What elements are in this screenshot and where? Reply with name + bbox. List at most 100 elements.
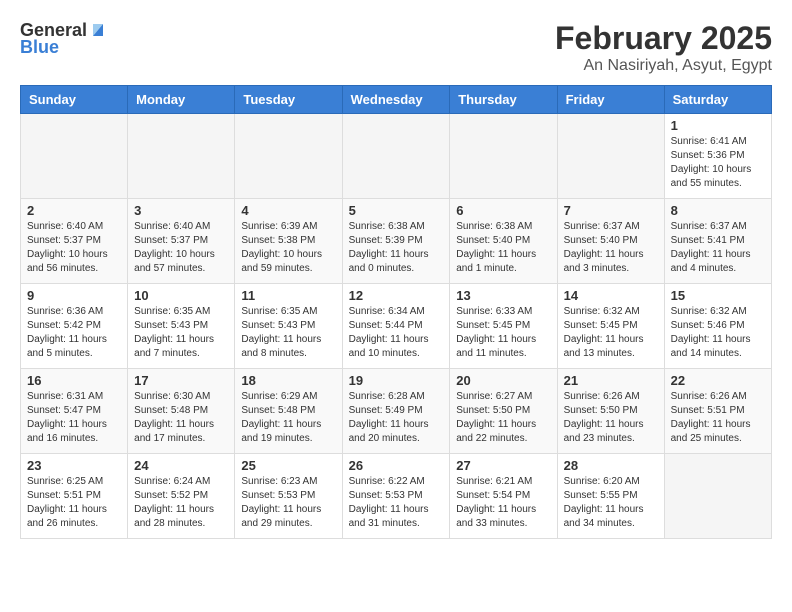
calendar: Sunday Monday Tuesday Wednesday Thursday… xyxy=(20,85,772,539)
cell-w4-d7: 22 Sunrise: 6:26 AMSunset: 5:51 PMDayligh… xyxy=(664,369,771,454)
week-row-4: 16 Sunrise: 6:31 AMSunset: 5:47 PMDayligh… xyxy=(21,369,772,454)
day-number: 4 xyxy=(241,203,335,218)
day-info: Sunrise: 6:33 AMSunset: 5:45 PMDaylight:… xyxy=(456,305,550,361)
day-number: 7 xyxy=(564,203,658,218)
cell-w3-d7: 15 Sunrise: 6:32 AMSunset: 5:46 PMDayligh… xyxy=(664,284,771,369)
cell-w3-d1: 9 Sunrise: 6:36 AMSunset: 5:42 PMDaylight… xyxy=(21,284,128,369)
header-tuesday: Tuesday xyxy=(235,86,342,114)
day-info: Sunrise: 6:25 AMSunset: 5:51 PMDaylight:… xyxy=(27,475,121,531)
day-info: Sunrise: 6:21 AMSunset: 5:54 PMDaylight:… xyxy=(456,475,550,531)
header-monday: Monday xyxy=(128,86,235,114)
day-info: Sunrise: 6:35 AMSunset: 5:43 PMDaylight:… xyxy=(241,305,335,361)
day-info: Sunrise: 6:27 AMSunset: 5:50 PMDaylight:… xyxy=(456,390,550,446)
day-info: Sunrise: 6:26 AMSunset: 5:51 PMDaylight:… xyxy=(671,390,765,446)
day-info: Sunrise: 6:40 AMSunset: 5:37 PMDaylight:… xyxy=(134,220,228,276)
day-info: Sunrise: 6:39 AMSunset: 5:38 PMDaylight:… xyxy=(241,220,335,276)
day-number: 11 xyxy=(241,288,335,303)
day-number: 10 xyxy=(134,288,228,303)
day-number: 21 xyxy=(564,373,658,388)
day-number: 19 xyxy=(349,373,444,388)
day-number: 13 xyxy=(456,288,550,303)
week-row-3: 9 Sunrise: 6:36 AMSunset: 5:42 PMDaylight… xyxy=(21,284,772,369)
day-info: Sunrise: 6:37 AMSunset: 5:41 PMDaylight:… xyxy=(671,220,765,276)
day-info: Sunrise: 6:32 AMSunset: 5:46 PMDaylight:… xyxy=(671,305,765,361)
cell-w3-d2: 10 Sunrise: 6:35 AMSunset: 5:43 PMDayligh… xyxy=(128,284,235,369)
cell-w2-d2: 3Sunrise: 6:40 AMSunset: 5:37 PMDaylight… xyxy=(128,199,235,284)
day-info: Sunrise: 6:40 AMSunset: 5:37 PMDaylight:… xyxy=(27,220,121,276)
cell-w1-d7: 1Sunrise: 6:41 AMSunset: 5:36 PMDaylight… xyxy=(664,114,771,199)
day-number: 1 xyxy=(671,118,765,133)
cell-w5-d2: 24Sunrise: 6:24 AMSunset: 5:52 PMDayligh… xyxy=(128,454,235,539)
cell-w4-d3: 18Sunrise: 6:29 AMSunset: 5:48 PMDayligh… xyxy=(235,369,342,454)
title-area: February 2025 An Nasiriyah, Asyut, Egypt xyxy=(555,20,772,75)
cell-w3-d5: 13 Sunrise: 6:33 AMSunset: 5:45 PMDayligh… xyxy=(450,284,557,369)
day-number: 22 xyxy=(671,373,765,388)
header-thursday: Thursday xyxy=(450,86,557,114)
header: General Blue February 2025 An Nasiriyah,… xyxy=(20,20,772,75)
day-info: Sunrise: 6:38 AMSunset: 5:40 PMDaylight:… xyxy=(456,220,550,276)
cell-w5-d4: 26Sunrise: 6:22 AMSunset: 5:53 PMDayligh… xyxy=(342,454,450,539)
logo-blue: Blue xyxy=(20,37,59,58)
cell-w4-d2: 17Sunrise: 6:30 AMSunset: 5:48 PMDayligh… xyxy=(128,369,235,454)
day-number: 9 xyxy=(27,288,121,303)
day-info: Sunrise: 6:20 AMSunset: 5:55 PMDaylight:… xyxy=(564,475,658,531)
header-friday: Friday xyxy=(557,86,664,114)
header-saturday: Saturday xyxy=(664,86,771,114)
cell-w4-d4: 19 Sunrise: 6:28 AMSunset: 5:49 PMDayligh… xyxy=(342,369,450,454)
cell-w2-d6: 7 Sunrise: 6:37 AMSunset: 5:40 PMDaylight… xyxy=(557,199,664,284)
cell-w1-d2 xyxy=(128,114,235,199)
day-info: Sunrise: 6:37 AMSunset: 5:40 PMDaylight:… xyxy=(564,220,658,276)
cell-w4-d5: 20 Sunrise: 6:27 AMSunset: 5:50 PMDayligh… xyxy=(450,369,557,454)
day-number: 28 xyxy=(564,458,658,473)
cell-w1-d5 xyxy=(450,114,557,199)
cell-w3-d4: 12Sunrise: 6:34 AMSunset: 5:44 PMDayligh… xyxy=(342,284,450,369)
cell-w4-d6: 21 Sunrise: 6:26 AMSunset: 5:50 PMDayligh… xyxy=(557,369,664,454)
location-title: An Nasiriyah, Asyut, Egypt xyxy=(555,57,772,75)
day-info: Sunrise: 6:32 AMSunset: 5:45 PMDaylight:… xyxy=(564,305,658,361)
week-row-5: 23Sunrise: 6:25 AMSunset: 5:51 PMDayligh… xyxy=(21,454,772,539)
cell-w1-d1 xyxy=(21,114,128,199)
cell-w1-d6 xyxy=(557,114,664,199)
day-info: Sunrise: 6:31 AMSunset: 5:47 PMDaylight:… xyxy=(27,390,121,446)
cell-w2-d3: 4 Sunrise: 6:39 AMSunset: 5:38 PMDaylight… xyxy=(235,199,342,284)
day-number: 5 xyxy=(349,203,444,218)
day-info: Sunrise: 6:26 AMSunset: 5:50 PMDaylight:… xyxy=(564,390,658,446)
logo: General Blue xyxy=(20,20,107,58)
day-number: 26 xyxy=(349,458,444,473)
cell-w5-d5: 27 Sunrise: 6:21 AMSunset: 5:54 PMDayligh… xyxy=(450,454,557,539)
day-info: Sunrise: 6:36 AMSunset: 5:42 PMDaylight:… xyxy=(27,305,121,361)
cell-w1-d4 xyxy=(342,114,450,199)
header-sunday: Sunday xyxy=(21,86,128,114)
day-info: Sunrise: 6:28 AMSunset: 5:49 PMDaylight:… xyxy=(349,390,444,446)
day-number: 15 xyxy=(671,288,765,303)
cell-w5-d6: 28 Sunrise: 6:20 AMSunset: 5:55 PMDayligh… xyxy=(557,454,664,539)
month-title: February 2025 xyxy=(555,20,772,57)
cell-w4-d1: 16 Sunrise: 6:31 AMSunset: 5:47 PMDayligh… xyxy=(21,369,128,454)
day-info: Sunrise: 6:35 AMSunset: 5:43 PMDaylight:… xyxy=(134,305,228,361)
cell-w5-d3: 25 Sunrise: 6:23 AMSunset: 5:53 PMDayligh… xyxy=(235,454,342,539)
day-info: Sunrise: 6:23 AMSunset: 5:53 PMDaylight:… xyxy=(241,475,335,531)
cell-w2-d5: 6Sunrise: 6:38 AMSunset: 5:40 PMDaylight… xyxy=(450,199,557,284)
day-number: 27 xyxy=(456,458,550,473)
cell-w3-d6: 14Sunrise: 6:32 AMSunset: 5:45 PMDayligh… xyxy=(557,284,664,369)
day-number: 2 xyxy=(27,203,121,218)
week-row-2: 2 Sunrise: 6:40 AMSunset: 5:37 PMDaylight… xyxy=(21,199,772,284)
cell-w5-d1: 23Sunrise: 6:25 AMSunset: 5:51 PMDayligh… xyxy=(21,454,128,539)
day-number: 12 xyxy=(349,288,444,303)
cell-w5-d7 xyxy=(664,454,771,539)
day-info: Sunrise: 6:24 AMSunset: 5:52 PMDaylight:… xyxy=(134,475,228,531)
cell-w2-d4: 5 Sunrise: 6:38 AMSunset: 5:39 PMDaylight… xyxy=(342,199,450,284)
header-wednesday: Wednesday xyxy=(342,86,450,114)
day-info: Sunrise: 6:30 AMSunset: 5:48 PMDaylight:… xyxy=(134,390,228,446)
week-row-1: 1Sunrise: 6:41 AMSunset: 5:36 PMDaylight… xyxy=(21,114,772,199)
day-number: 8 xyxy=(671,203,765,218)
cell-w2-d7: 8 Sunrise: 6:37 AMSunset: 5:41 PMDaylight… xyxy=(664,199,771,284)
day-number: 25 xyxy=(241,458,335,473)
day-info: Sunrise: 6:38 AMSunset: 5:39 PMDaylight:… xyxy=(349,220,444,276)
calendar-header-row: Sunday Monday Tuesday Wednesday Thursday… xyxy=(21,86,772,114)
cell-w3-d3: 11 Sunrise: 6:35 AMSunset: 5:43 PMDayligh… xyxy=(235,284,342,369)
logo-icon xyxy=(89,20,107,38)
day-number: 20 xyxy=(456,373,550,388)
cell-w2-d1: 2 Sunrise: 6:40 AMSunset: 5:37 PMDaylight… xyxy=(21,199,128,284)
day-number: 16 xyxy=(27,373,121,388)
